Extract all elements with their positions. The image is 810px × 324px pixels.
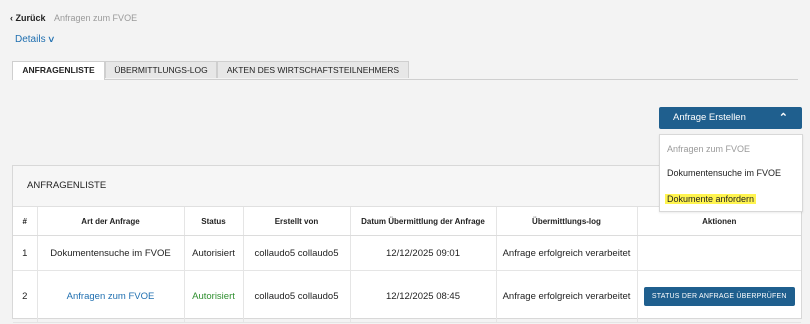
tab-label: AKTEN DES WIRTSCHAFTSTEILNEHMERS [226,65,400,75]
create-request-button[interactable]: Anfrage Erstellen ⌃ [659,107,802,129]
row-number: 2 [13,270,38,323]
back-link[interactable]: ‹ Zurück [10,13,46,23]
create-request-label: Anfrage Erstellen [673,112,746,123]
column-header: Art der Anfrage [37,207,185,236]
details-toggle[interactable]: Details∨ [15,34,56,45]
request-type: Dokumentensuche im FVOE [37,235,185,271]
transmission-log: Anfrage erfolgreich verarbeitet [496,235,638,271]
submission-date: 12/12/2025 09:01 [350,235,497,271]
tab-label: ANFRAGENLISTE [22,65,95,75]
tab-label: ÜBERMITTLUNGS-LOG [114,65,208,75]
dropdown-item-anfragen-fvoe: Anfragen zum FVOE [667,144,751,154]
request-table: # Art der Anfrage Status Erstellt von Da… [13,207,801,323]
request-type-link[interactable]: Anfragen zum FVOE [37,270,185,323]
table-row: 1 Dokumentensuche im FVOE Autorisiert co… [13,235,801,271]
column-header: Erstellt von [243,207,351,236]
chevron-down-icon: ∨ [46,34,56,44]
table-row: 2 Anfragen zum FVOE Autorisiert collaudo… [13,270,801,323]
transmission-log: Anfrage erfolgreich verarbeitet [496,270,638,323]
actions-cell: STATUS DER ANFRAGE ÜBERPRÜFEN [637,270,801,323]
tab-bar: ANFRAGENLISTE ÜBERMITTLUNGS-LOG AKTEN DE… [12,61,798,80]
dropdown-item-dokumentensuche[interactable]: Dokumentensuche im FVOE [667,168,781,178]
breadcrumb: Anfragen zum FVOE [54,13,138,23]
request-status: Autorisiert [184,235,244,271]
created-by: collaudo5 collaudo5 [243,235,351,271]
top-breadcrumb-bar: ‹ Zurück Anfragen zum FVOE [10,13,137,23]
row-number: 1 [13,235,38,271]
column-header: # [13,207,38,236]
chevron-up-icon: ⌃ [778,112,788,124]
details-label: Details [15,34,46,45]
create-request-dropdown: Anfragen zum FVOE Dokumentensuche im FVO… [659,134,803,212]
tab-akten-wirtschaftsteilnehmer[interactable]: AKTEN DES WIRTSCHAFTSTEILNEHMERS [217,61,409,78]
column-header: Übermittlungs-log [496,207,638,236]
submission-date: 12/12/2025 08:45 [350,270,497,323]
check-request-status-button[interactable]: STATUS DER ANFRAGE ÜBERPRÜFEN [643,287,795,306]
dropdown-item-dokumente-anfordern[interactable]: Dokumente anfordern [665,194,757,204]
column-header: Status [184,207,244,236]
actions-cell [637,235,801,271]
request-status: Autorisiert [184,270,244,323]
column-header: Datum Übermittlung der Anfrage [350,207,497,236]
tab-uebermittlungs-log[interactable]: ÜBERMITTLUNGS-LOG [105,61,217,78]
created-by: collaudo5 collaudo5 [243,270,351,323]
tab-anfragenliste[interactable]: ANFRAGENLISTE [12,61,105,80]
